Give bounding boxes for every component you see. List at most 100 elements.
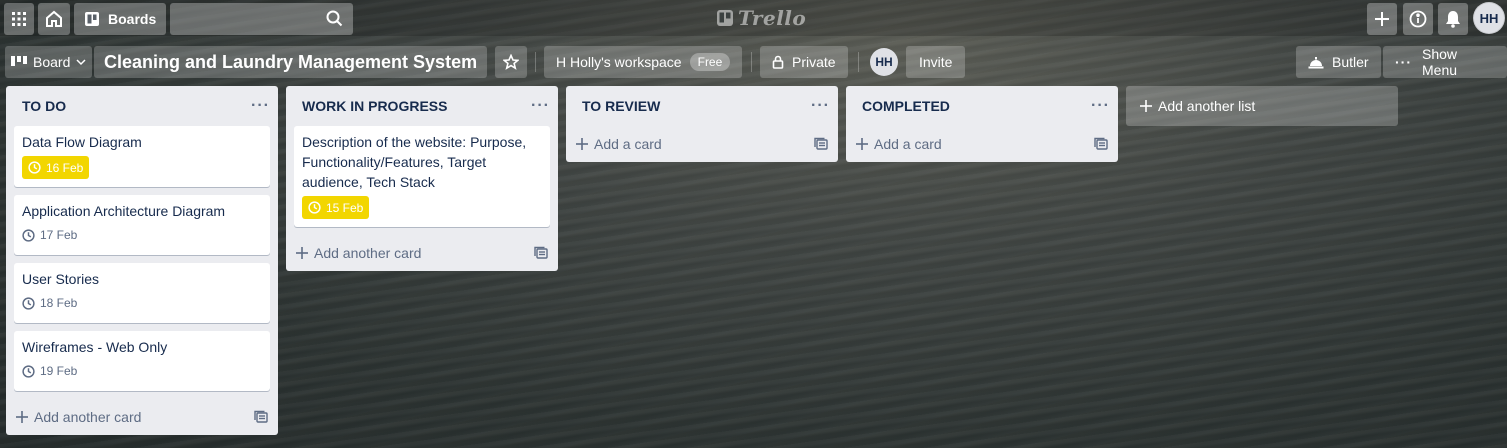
header-divider	[858, 52, 859, 72]
list-title[interactable]: COMPLETED	[862, 98, 950, 114]
add-card-button[interactable]: Add another card	[6, 399, 278, 435]
add-card-button[interactable]: Add a card	[566, 126, 838, 162]
card[interactable]: Data Flow Diagram 16 Feb	[14, 126, 270, 187]
due-date-text: 16 Feb	[46, 160, 84, 175]
due-date-badge[interactable]: 16 Feb	[22, 156, 90, 179]
trello-logo[interactable]: Trello	[716, 6, 806, 30]
card-template-icon[interactable]	[814, 137, 828, 151]
due-date-badge[interactable]: 18 Feb	[22, 293, 77, 313]
list-menu-icon[interactable]: ···	[531, 97, 550, 115]
list-title[interactable]: TO REVIEW	[582, 98, 660, 114]
more-horizontal-icon: ···	[1395, 54, 1412, 70]
list-menu-icon[interactable]: ···	[1091, 97, 1110, 115]
clock-icon	[28, 161, 41, 174]
list-to-review: TO REVIEW ··· Add a card	[566, 86, 838, 162]
add-card-label: Add another card	[314, 245, 422, 261]
clock-icon	[22, 296, 35, 310]
list-completed: COMPLETED ··· Add a card	[846, 86, 1118, 162]
home-icon	[46, 10, 62, 27]
add-list-label: Add another list	[1158, 98, 1256, 114]
plus-icon	[1140, 100, 1152, 112]
list-header: TO DO ···	[6, 86, 278, 126]
list-menu-icon[interactable]: ···	[251, 97, 270, 115]
board-view-switcher[interactable]: Board	[5, 46, 93, 78]
list-header: WORK IN PROGRESS ···	[286, 86, 558, 126]
due-date-text: 17 Feb	[40, 228, 78, 242]
apps-grid-button[interactable]	[4, 3, 34, 35]
card-title: Data Flow Diagram	[22, 134, 142, 150]
top-navigation-bar: Boards Trello HH	[0, 0, 1507, 36]
plus-icon	[856, 138, 868, 150]
plus-icon	[576, 138, 588, 150]
add-card-label: Add a card	[874, 136, 942, 152]
search-icon[interactable]	[326, 10, 343, 27]
chevron-down-icon	[76, 59, 86, 66]
list-title[interactable]: TO DO	[22, 98, 66, 114]
list-header: COMPLETED ···	[846, 86, 1118, 126]
due-date-badge[interactable]: 15 Feb	[302, 196, 370, 219]
header-divider	[751, 52, 752, 72]
bell-icon	[1446, 11, 1460, 28]
due-date-text: 19 Feb	[40, 364, 78, 378]
board-view-icon	[11, 56, 27, 66]
butler-label: Butler	[1332, 54, 1369, 70]
info-icon	[1409, 10, 1427, 28]
card-template-icon[interactable]	[254, 410, 268, 424]
card[interactable]: Description of the website: Purpose, Fun…	[294, 126, 550, 227]
invite-button[interactable]: Invite	[906, 46, 966, 78]
due-date-badge[interactable]: 19 Feb	[22, 361, 77, 381]
card[interactable]: Application Architecture Diagram 17 Feb	[14, 195, 270, 255]
workspace-label: H Holly's workspace	[556, 54, 682, 70]
list-work-in-progress: WORK IN PROGRESS ··· Description of the …	[286, 86, 558, 271]
boards-label: Boards	[108, 11, 157, 27]
show-menu-button[interactable]: ··· Show Menu	[1383, 46, 1507, 78]
trello-logo-icon	[717, 10, 733, 26]
list-title[interactable]: WORK IN PROGRESS	[302, 98, 447, 114]
card-title: Description of the website: Purpose, Fun…	[302, 134, 527, 190]
create-button[interactable]	[1367, 3, 1397, 35]
board-icon	[85, 12, 99, 26]
due-date-text: 18 Feb	[40, 296, 78, 310]
add-list-button[interactable]: Add another list	[1126, 86, 1398, 126]
plus-icon	[1375, 12, 1389, 26]
notifications-button[interactable]	[1438, 3, 1468, 35]
due-date-badge[interactable]: 17 Feb	[22, 225, 77, 245]
user-avatar[interactable]: HH	[1473, 2, 1505, 34]
add-card-button[interactable]: Add a card	[846, 126, 1118, 162]
card[interactable]: Wireframes - Web Only 19 Feb	[14, 331, 270, 391]
workspace-button[interactable]: H Holly's workspace Free	[544, 46, 743, 78]
boards-button[interactable]: Boards	[74, 3, 167, 35]
star-icon	[503, 54, 519, 70]
card-template-icon[interactable]	[1094, 137, 1108, 151]
show-menu-label: Show Menu	[1422, 46, 1458, 78]
clock-icon	[308, 201, 321, 214]
home-button[interactable]	[38, 3, 70, 35]
plus-icon	[296, 247, 308, 259]
clock-icon	[22, 228, 35, 242]
list-header: TO REVIEW ···	[566, 86, 838, 126]
butler-bell-icon	[1308, 57, 1324, 69]
invite-label: Invite	[919, 54, 953, 70]
card[interactable]: User Stories 18 Feb	[14, 263, 270, 323]
lock-icon	[772, 55, 784, 69]
star-board-button[interactable]	[495, 46, 527, 78]
apps-grid-icon	[12, 12, 26, 26]
info-button[interactable]	[1403, 3, 1433, 35]
board-title-button[interactable]: Cleaning and Laundry Management System	[94, 46, 488, 78]
visibility-button[interactable]: Private	[760, 46, 848, 78]
trello-logo-text: Trello	[738, 6, 807, 30]
header-divider	[535, 52, 536, 72]
butler-button[interactable]: Butler	[1296, 46, 1381, 78]
board-title: Cleaning and Laundry Management System	[104, 51, 478, 72]
due-date-text: 15 Feb	[326, 200, 364, 215]
card-title: Wireframes - Web Only	[22, 339, 168, 355]
clock-icon	[22, 364, 35, 378]
add-card-button[interactable]: Add another card	[286, 235, 558, 271]
list-menu-icon[interactable]: ···	[811, 97, 830, 115]
board-view-label: Board	[33, 54, 71, 70]
workspace-plan-badge: Free	[689, 53, 731, 71]
member-avatar[interactable]: HH	[870, 48, 898, 76]
add-card-label: Add a card	[594, 136, 662, 152]
card-template-icon[interactable]	[534, 246, 548, 260]
list-to-do: TO DO ··· Data Flow Diagram 16 Feb Appli…	[6, 86, 278, 435]
